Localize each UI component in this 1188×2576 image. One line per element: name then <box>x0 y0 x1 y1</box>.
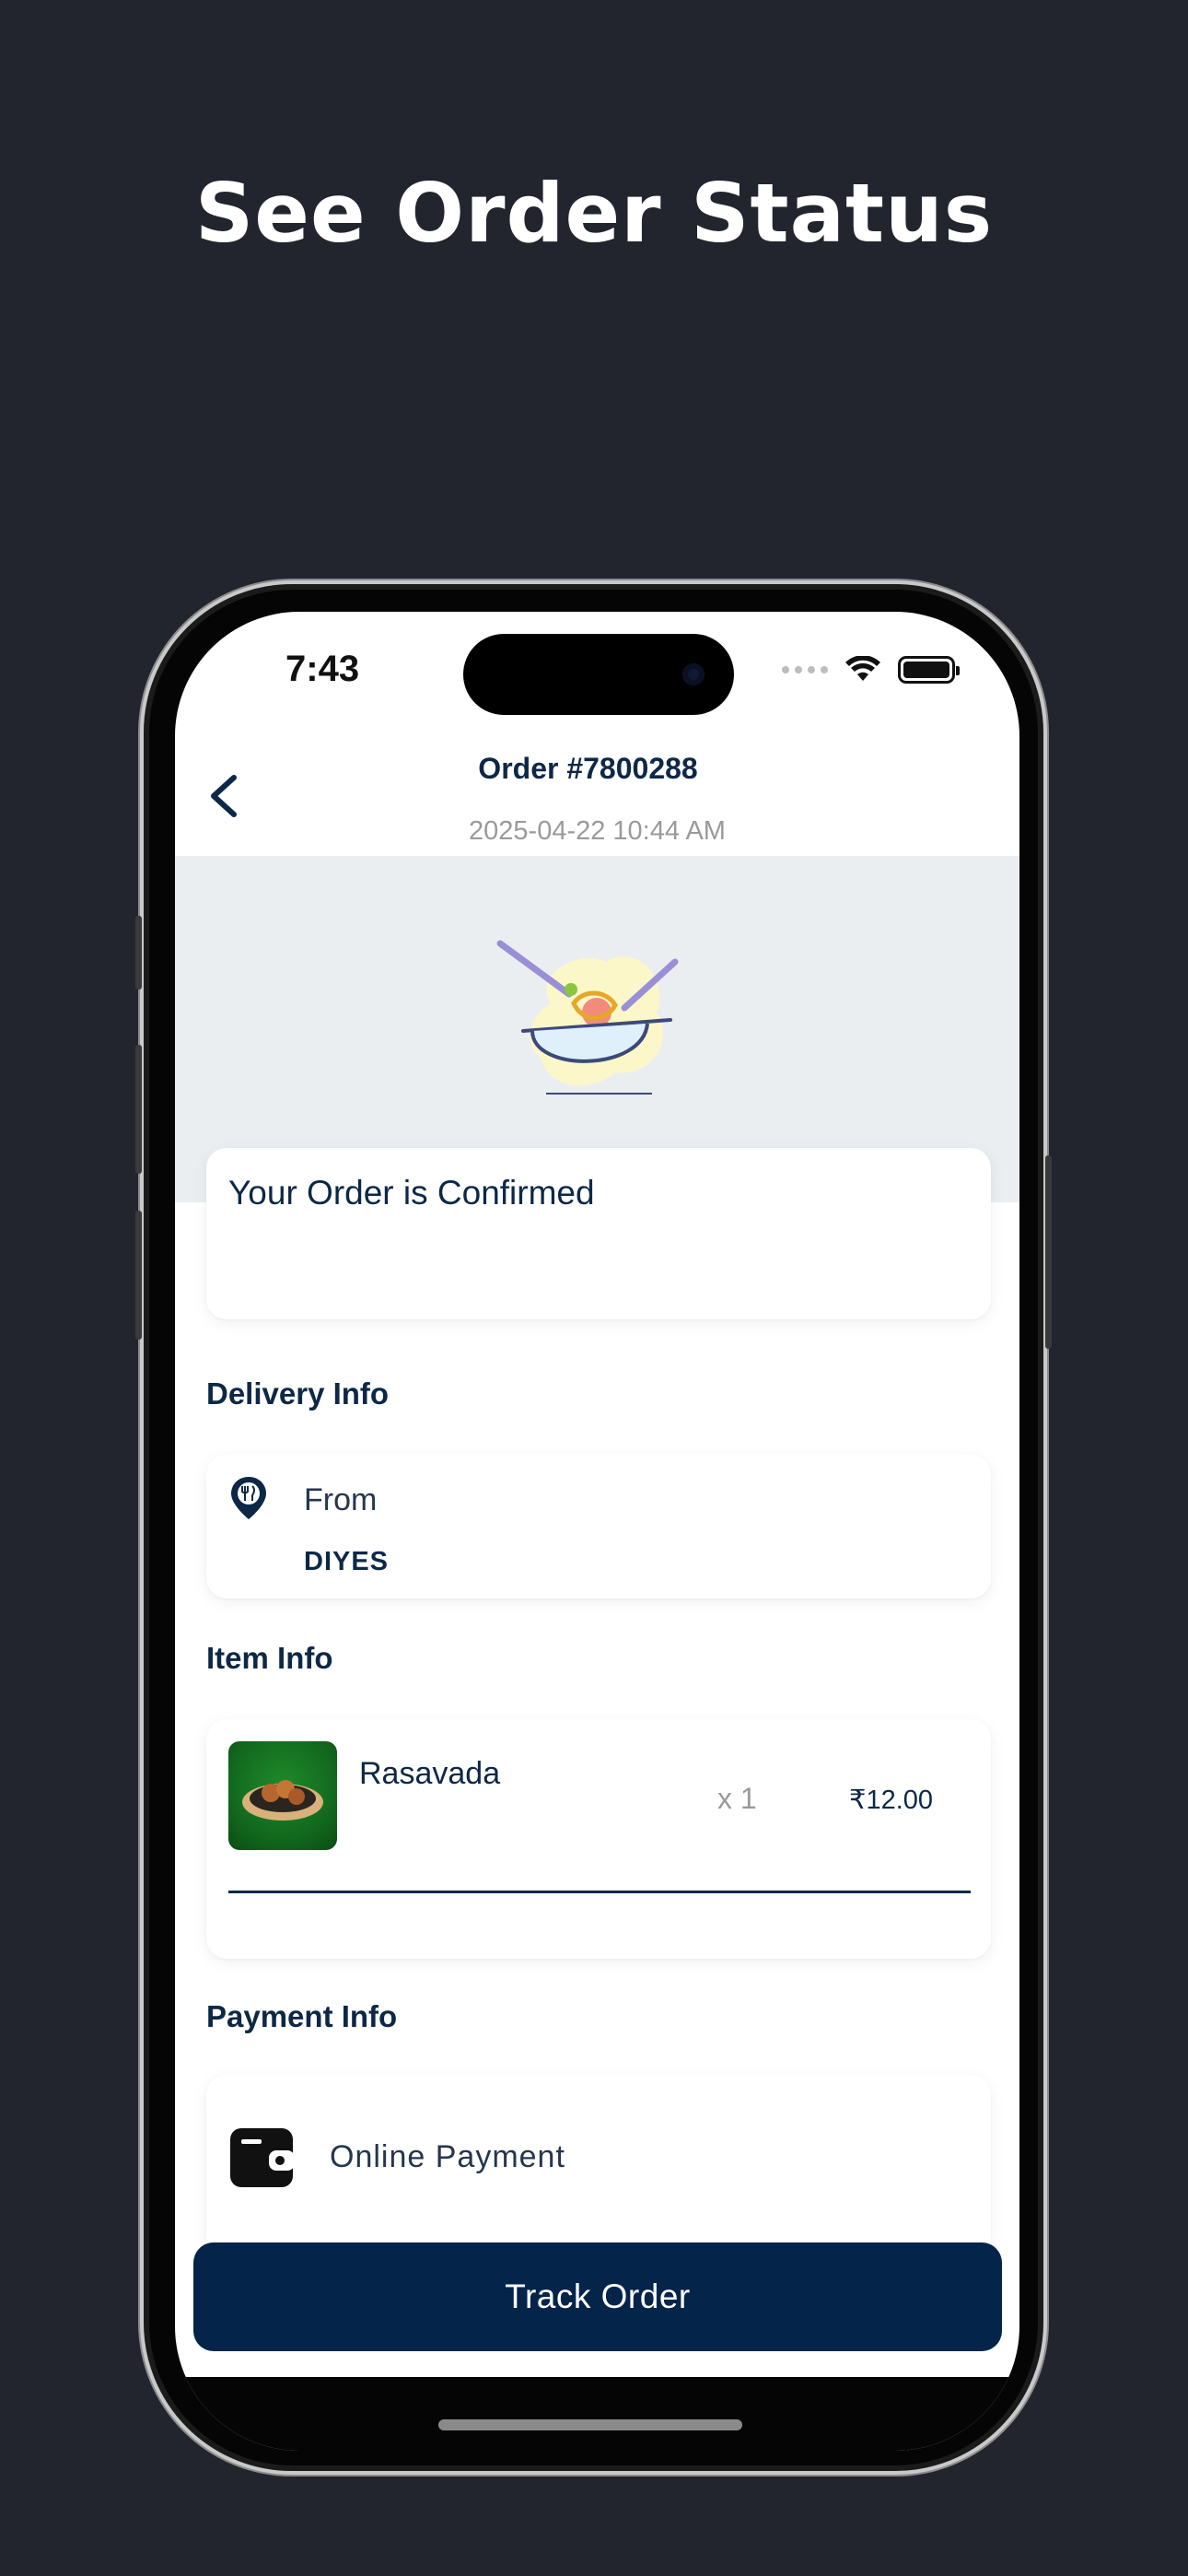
item-thumbnail <box>228 1741 337 1850</box>
order-status-card: Your Order is Confirmed <box>206 1148 991 1319</box>
battery-icon <box>898 656 960 684</box>
power-button <box>1045 1155 1052 1349</box>
order-date: 2025-04-22 10:44 AM <box>469 816 726 846</box>
item-info-card: Rasavada x 1 ₹12.00 <box>206 1719 991 1959</box>
payment-method: Online Payment <box>330 2139 565 2174</box>
volume-down-button <box>135 1211 142 1340</box>
divider <box>228 1891 971 1893</box>
from-label: From <box>304 1482 378 1517</box>
payment-info-title: Payment Info <box>206 1999 398 2033</box>
bottom-bezel <box>175 2377 1019 2451</box>
wifi-icon <box>845 656 880 681</box>
app-screen: 7:43 Order #7800288 2025-04-22 10:44 AM <box>175 612 1019 2451</box>
status-time: 7:43 <box>285 649 360 689</box>
order-title: Order #7800288 <box>478 752 698 785</box>
item-quantity: x 1 <box>717 1782 757 1815</box>
restaurant-name: DIYES <box>304 1547 390 1576</box>
status-icons <box>782 656 960 684</box>
delivery-info-title: Delivery Info <box>206 1376 390 1411</box>
phone-frame: 7:43 Order #7800288 2025-04-22 10:44 AM <box>135 580 1052 2475</box>
payment-info-card: Online Payment <box>206 2075 991 2259</box>
item-name: Rasavada <box>359 1756 501 1791</box>
camera-icon <box>682 663 705 685</box>
home-indicator[interactable] <box>438 2419 742 2430</box>
signal-dots-icon <box>782 666 828 673</box>
dynamic-island <box>463 634 734 715</box>
promo-headline: See Order Status <box>194 166 994 261</box>
food-bowl-illustration <box>496 940 679 1095</box>
item-price: ₹12.00 <box>849 1786 934 1815</box>
wallet-icon <box>230 2128 295 2187</box>
item-info-title: Item Info <box>206 1641 333 1675</box>
delivery-info-card: From DIYES <box>206 1455 991 1598</box>
track-order-button[interactable]: Track Order <box>193 2242 1002 2351</box>
mute-switch <box>135 916 142 989</box>
order-status-message: Your Order is Confirmed <box>228 1174 595 1212</box>
food-plate-icon <box>242 1780 323 1821</box>
volume-up-button <box>135 1045 142 1174</box>
restaurant-pin-icon <box>231 1477 266 1519</box>
